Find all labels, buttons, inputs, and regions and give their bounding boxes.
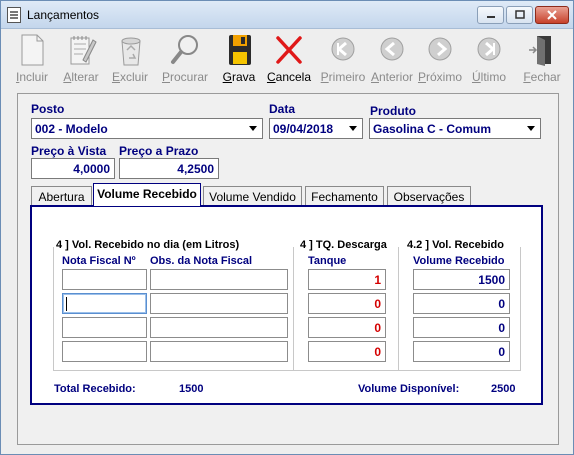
volume-disponivel-label: Volume Disponível:: [358, 383, 460, 395]
nota-fiscal-field[interactable]: [62, 293, 147, 314]
cancela-button[interactable]: Cancela: [264, 32, 314, 86]
recycle-bin-icon: [121, 37, 141, 66]
new-document-icon: [21, 34, 44, 66]
previous-record-icon: [380, 37, 404, 61]
maximize-button[interactable]: [506, 6, 533, 24]
grava-button[interactable]: Grava: [214, 32, 264, 86]
toolbar: Incluir Alterar Excluir Procurar Grava C…: [1, 30, 573, 88]
fechar-button[interactable]: Fechar: [517, 32, 567, 86]
cancela-label: Cancela: [266, 70, 312, 84]
tanque-field[interactable]: 0: [308, 341, 386, 362]
preco-prazo-label: Preço a Prazo: [119, 144, 199, 158]
floppy-disk-icon: [229, 35, 251, 65]
produto-select[interactable]: Gasolina C - Comum: [369, 118, 541, 139]
posto-value: 002 - Modelo: [35, 122, 108, 136]
window-title: Lançamentos: [27, 8, 100, 22]
excluir-label: Excluir: [111, 70, 149, 84]
tab-fechamento[interactable]: Fechamento: [305, 186, 384, 206]
section3-heading: 4.2 ] Vol. Recebido: [407, 239, 504, 251]
maximize-icon: [514, 10, 525, 19]
preco-prazo-field[interactable]: 4,2500: [119, 158, 219, 179]
close-icon: [547, 10, 557, 20]
chevron-down-icon: [249, 126, 257, 131]
volume-recebido-field[interactable]: 0: [413, 317, 510, 338]
volume-recebido-field[interactable]: 0: [413, 293, 510, 314]
col-volume-recebido: Volume Recebido: [413, 255, 505, 267]
data-label: Data: [269, 102, 296, 116]
col-nota-fiscal: Nota Fiscal Nº: [62, 255, 136, 267]
produto-label: Produto: [370, 104, 416, 118]
title-bar: Lançamentos: [1, 1, 573, 29]
posto-label: Posto: [31, 102, 65, 116]
chevron-down-icon: [527, 126, 535, 131]
tanque-field[interactable]: 0: [308, 293, 386, 314]
tanque-field[interactable]: 0: [308, 317, 386, 338]
total-recebido-value: 1500: [179, 383, 204, 395]
produto-value: Gasolina C - Comum: [373, 122, 492, 136]
notepad-icon: [7, 7, 21, 23]
obs-nota-field[interactable]: [150, 317, 288, 338]
volume-disponivel-value: 2500: [491, 383, 516, 395]
col-obs-nota-fiscal: Obs. da Nota Fiscal: [150, 255, 253, 267]
volume-recebido-field[interactable]: 1500: [413, 269, 510, 290]
excluir-button[interactable]: Excluir: [105, 32, 155, 86]
tab-abertura[interactable]: Abertura: [31, 186, 92, 206]
obs-nota-field[interactable]: [150, 341, 288, 362]
volume-recebido-field[interactable]: 0: [413, 341, 510, 362]
lancamentos-window: Lançamentos Incluir Alterar Excluir Proc…: [0, 0, 574, 455]
total-recebido-label: Total Recebido:: [54, 383, 136, 395]
ultimo-button[interactable]: Último: [464, 32, 514, 86]
col-tanque: Tanque: [308, 255, 347, 267]
procurar-label: Procurar: [161, 70, 209, 84]
section1-heading: 4 ] Vol. Recebido no dia (em Litros): [56, 239, 240, 251]
chevron-down-icon: [349, 126, 357, 131]
last-record-icon: [477, 37, 501, 61]
obs-nota-field[interactable]: [150, 293, 288, 314]
magnifier-icon: [171, 35, 198, 64]
procurar-button[interactable]: Procurar: [160, 32, 210, 86]
minimize-button[interactable]: [477, 6, 504, 24]
next-record-icon: [428, 37, 452, 61]
tab-volume-recebido[interactable]: Volume Recebido: [93, 183, 201, 206]
nota-fiscal-field[interactable]: [62, 317, 147, 338]
preco-vista-label: Preço à Vista: [31, 144, 107, 158]
nota-fiscal-field[interactable]: [62, 341, 147, 362]
fechar-label: Fechar: [523, 70, 561, 84]
data-value: 09/04/2018: [273, 122, 334, 136]
preco-vista-field[interactable]: 4,0000: [31, 158, 115, 179]
minimize-icon: [486, 16, 495, 18]
posto-select[interactable]: 002 - Modelo: [31, 118, 263, 139]
tab-observacoes[interactable]: Observações: [387, 186, 471, 206]
nota-fiscal-field[interactable]: [62, 269, 147, 290]
text-caret: [66, 297, 67, 311]
obs-nota-field[interactable]: [150, 269, 288, 290]
first-record-icon: [331, 37, 355, 61]
tab-volume-vendido[interactable]: Volume Vendido: [203, 186, 302, 206]
tanque-field[interactable]: 1: [308, 269, 386, 290]
section2-heading: 4 ] TQ. Descarga: [300, 239, 387, 251]
data-date-picker[interactable]: 09/04/2018: [269, 118, 363, 139]
exit-door-icon: [529, 36, 551, 66]
edit-notepad-icon: [70, 36, 97, 65]
red-x-icon: [276, 36, 302, 64]
close-button[interactable]: [535, 6, 569, 24]
